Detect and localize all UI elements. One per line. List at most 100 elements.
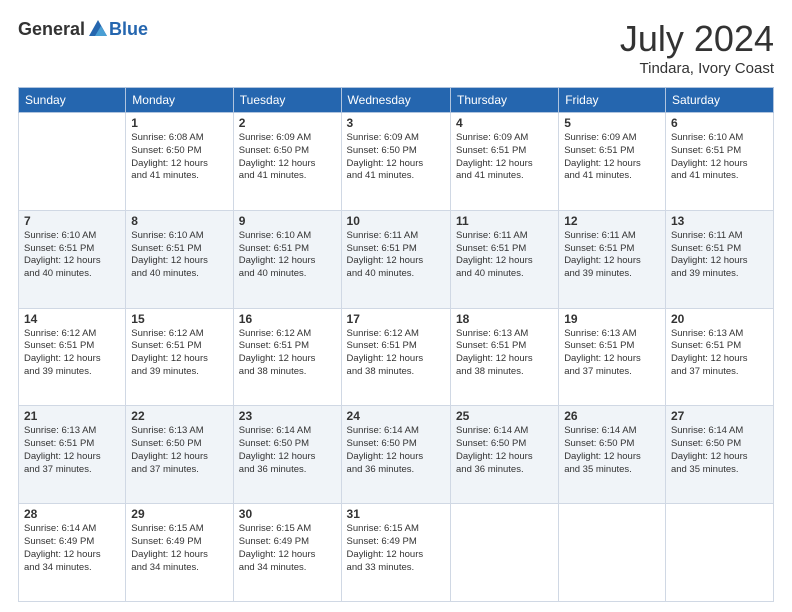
day-info: Sunrise: 6:15 AM Sunset: 6:49 PM Dayligh… [239, 523, 336, 574]
day-number: 21 [24, 409, 120, 423]
day-number: 18 [456, 312, 553, 326]
day-number: 6 [671, 116, 768, 130]
logo-general-text: General [18, 19, 85, 40]
day-info: Sunrise: 6:11 AM Sunset: 6:51 PM Dayligh… [456, 230, 553, 281]
day-info: Sunrise: 6:11 AM Sunset: 6:51 PM Dayligh… [671, 230, 768, 281]
day-number: 19 [564, 312, 660, 326]
day-info: Sunrise: 6:10 AM Sunset: 6:51 PM Dayligh… [671, 132, 768, 183]
calendar-cell: 15 Sunrise: 6:12 AM Sunset: 6:51 PM Dayli… [126, 308, 233, 406]
calendar-week-row: 28Sunrise: 6:14 AM Sunset: 6:49 PM Dayli… [19, 504, 774, 602]
calendar-cell: 4 Sunrise: 6:09 AM Sunset: 6:51 PM Daylig… [451, 113, 559, 211]
day-info: Sunrise: 6:11 AM Sunset: 6:51 PM Dayligh… [347, 230, 445, 281]
day-number: 2 [239, 116, 336, 130]
day-info: Sunrise: 6:14 AM Sunset: 6:50 PM Dayligh… [239, 425, 336, 476]
calendar-cell: 23 Sunrise: 6:14 AM Sunset: 6:50 PM Dayli… [233, 406, 341, 504]
day-info: Sunrise: 6:13 AM Sunset: 6:51 PM Dayligh… [24, 425, 120, 476]
day-info: Sunrise: 6:10 AM Sunset: 6:51 PM Dayligh… [239, 230, 336, 281]
day-info: Sunrise: 6:10 AM Sunset: 6:51 PM Dayligh… [24, 230, 120, 281]
day-info: Sunrise: 6:15 AM Sunset: 6:49 PM Dayligh… [131, 523, 227, 574]
day-number: 7 [24, 214, 120, 228]
calendar-cell [451, 504, 559, 602]
logo-icon [87, 18, 109, 40]
calendar-cell: 25 Sunrise: 6:14 AM Sunset: 6:50 PM Dayli… [451, 406, 559, 504]
calendar-cell: 26Sunrise: 6:14 AM Sunset: 6:50 PM Dayli… [559, 406, 666, 504]
calendar-cell: 9 Sunrise: 6:10 AM Sunset: 6:51 PM Daylig… [233, 210, 341, 308]
calendar-cell: 5Sunrise: 6:09 AM Sunset: 6:51 PM Daylig… [559, 113, 666, 211]
day-number: 23 [239, 409, 336, 423]
title-section: July 2024 Tindara, Ivory Coast [620, 18, 774, 77]
day-info: Sunrise: 6:08 AM Sunset: 6:50 PM Dayligh… [131, 132, 227, 183]
day-number: 20 [671, 312, 768, 326]
calendar-cell: 3Sunrise: 6:09 AM Sunset: 6:50 PM Daylig… [341, 113, 450, 211]
day-info: Sunrise: 6:12 AM Sunset: 6:51 PM Dayligh… [131, 328, 227, 379]
day-info: Sunrise: 6:12 AM Sunset: 6:51 PM Dayligh… [24, 328, 120, 379]
day-info: Sunrise: 6:09 AM Sunset: 6:51 PM Dayligh… [456, 132, 553, 183]
month-title: July 2024 [620, 18, 774, 60]
calendar-cell: 18 Sunrise: 6:13 AM Sunset: 6:51 PM Dayli… [451, 308, 559, 406]
calendar-header-wednesday: Wednesday [341, 88, 450, 113]
day-info: Sunrise: 6:10 AM Sunset: 6:51 PM Dayligh… [131, 230, 227, 281]
day-number: 17 [347, 312, 445, 326]
day-number: 22 [131, 409, 227, 423]
day-number: 11 [456, 214, 553, 228]
header: General Blue July 2024 Tindara, Ivory Co… [18, 18, 774, 77]
day-info: Sunrise: 6:14 AM Sunset: 6:49 PM Dayligh… [24, 523, 120, 574]
calendar-header-sunday: Sunday [19, 88, 126, 113]
calendar-cell: 14 Sunrise: 6:12 AM Sunset: 6:51 PM Dayli… [19, 308, 126, 406]
calendar-cell: 17 Sunrise: 6:12 AM Sunset: 6:51 PM Dayli… [341, 308, 450, 406]
calendar-cell: 1Sunrise: 6:08 AM Sunset: 6:50 PM Daylig… [126, 113, 233, 211]
calendar-header-row: SundayMondayTuesdayWednesdayThursdayFrid… [19, 88, 774, 113]
calendar-cell: 12Sunrise: 6:11 AM Sunset: 6:51 PM Dayli… [559, 210, 666, 308]
calendar-cell: 10 Sunrise: 6:11 AM Sunset: 6:51 PM Dayli… [341, 210, 450, 308]
day-info: Sunrise: 6:14 AM Sunset: 6:50 PM Dayligh… [347, 425, 445, 476]
day-number: 25 [456, 409, 553, 423]
calendar-cell [19, 113, 126, 211]
calendar-cell: 19 Sunrise: 6:13 AM Sunset: 6:51 PM Dayli… [559, 308, 666, 406]
logo: General Blue [18, 18, 148, 40]
calendar-cell: 2Sunrise: 6:09 AM Sunset: 6:50 PM Daylig… [233, 113, 341, 211]
day-number: 5 [564, 116, 660, 130]
day-number: 15 [131, 312, 227, 326]
calendar-cell [665, 504, 773, 602]
day-number: 16 [239, 312, 336, 326]
day-info: Sunrise: 6:13 AM Sunset: 6:51 PM Dayligh… [456, 328, 553, 379]
day-number: 14 [24, 312, 120, 326]
day-number: 30 [239, 507, 336, 521]
calendar-cell: 13Sunrise: 6:11 AM Sunset: 6:51 PM Dayli… [665, 210, 773, 308]
day-number: 10 [347, 214, 445, 228]
day-number: 27 [671, 409, 768, 423]
calendar-cell: 27 Sunrise: 6:14 AM Sunset: 6:50 PM Dayli… [665, 406, 773, 504]
day-number: 26 [564, 409, 660, 423]
calendar-cell: 6 Sunrise: 6:10 AM Sunset: 6:51 PM Daylig… [665, 113, 773, 211]
calendar-cell [559, 504, 666, 602]
calendar-week-row: 21 Sunrise: 6:13 AM Sunset: 6:51 PM Dayli… [19, 406, 774, 504]
calendar-cell: 28Sunrise: 6:14 AM Sunset: 6:49 PM Dayli… [19, 504, 126, 602]
day-info: Sunrise: 6:09 AM Sunset: 6:50 PM Dayligh… [347, 132, 445, 183]
day-info: Sunrise: 6:12 AM Sunset: 6:51 PM Dayligh… [347, 328, 445, 379]
calendar-cell: 30 Sunrise: 6:15 AM Sunset: 6:49 PM Dayli… [233, 504, 341, 602]
day-info: Sunrise: 6:14 AM Sunset: 6:50 PM Dayligh… [671, 425, 768, 476]
calendar-header-friday: Friday [559, 88, 666, 113]
calendar-cell: 16Sunrise: 6:12 AM Sunset: 6:51 PM Dayli… [233, 308, 341, 406]
day-number: 4 [456, 116, 553, 130]
day-number: 8 [131, 214, 227, 228]
calendar-cell: 29 Sunrise: 6:15 AM Sunset: 6:49 PM Dayli… [126, 504, 233, 602]
day-number: 29 [131, 507, 227, 521]
day-info: Sunrise: 6:13 AM Sunset: 6:51 PM Dayligh… [671, 328, 768, 379]
day-number: 31 [347, 507, 445, 521]
calendar-week-row: 14 Sunrise: 6:12 AM Sunset: 6:51 PM Dayli… [19, 308, 774, 406]
day-number: 24 [347, 409, 445, 423]
calendar-header-monday: Monday [126, 88, 233, 113]
calendar-header-tuesday: Tuesday [233, 88, 341, 113]
day-info: Sunrise: 6:14 AM Sunset: 6:50 PM Dayligh… [456, 425, 553, 476]
day-info: Sunrise: 6:13 AM Sunset: 6:51 PM Dayligh… [564, 328, 660, 379]
calendar-cell: 11 Sunrise: 6:11 AM Sunset: 6:51 PM Dayli… [451, 210, 559, 308]
calendar-cell: 20 Sunrise: 6:13 AM Sunset: 6:51 PM Dayli… [665, 308, 773, 406]
day-info: Sunrise: 6:13 AM Sunset: 6:50 PM Dayligh… [131, 425, 227, 476]
calendar-header-saturday: Saturday [665, 88, 773, 113]
page: General Blue July 2024 Tindara, Ivory Co… [0, 0, 792, 612]
day-info: Sunrise: 6:11 AM Sunset: 6:51 PM Dayligh… [564, 230, 660, 281]
day-number: 9 [239, 214, 336, 228]
calendar-cell: 24 Sunrise: 6:14 AM Sunset: 6:50 PM Dayli… [341, 406, 450, 504]
day-info: Sunrise: 6:15 AM Sunset: 6:49 PM Dayligh… [347, 523, 445, 574]
